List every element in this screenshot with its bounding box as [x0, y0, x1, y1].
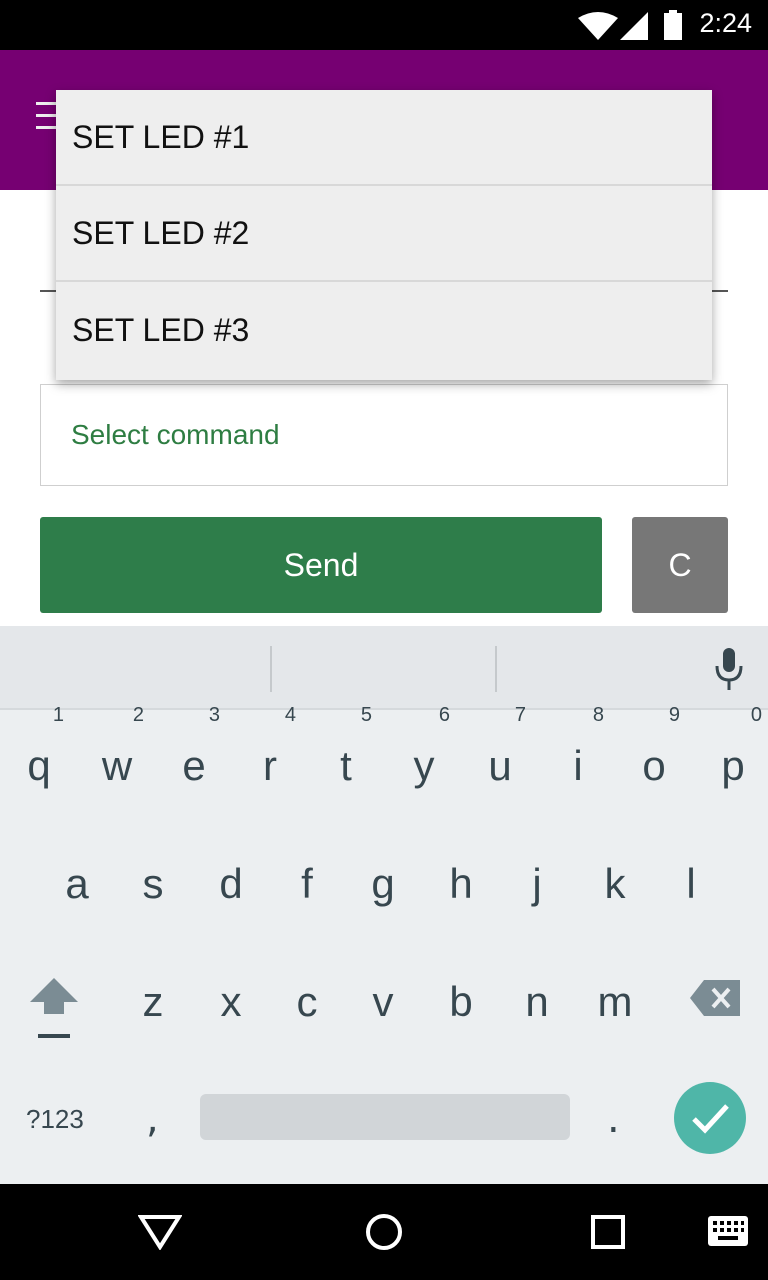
- key-q[interactable]: q1: [14, 704, 64, 790]
- key-s[interactable]: s: [128, 860, 178, 908]
- status-time: 2:24: [699, 8, 752, 38]
- key-z[interactable]: z: [128, 978, 178, 1026]
- key-p[interactable]: p0: [704, 704, 762, 790]
- recents-icon[interactable]: [590, 1214, 626, 1250]
- checkmark-icon: [692, 1104, 729, 1134]
- key-c[interactable]: c: [282, 978, 332, 1026]
- key-g[interactable]: g: [358, 860, 408, 908]
- suggestion-divider: [270, 646, 272, 692]
- menu-icon[interactable]: [36, 102, 58, 138]
- keyboard-switch-icon[interactable]: [708, 1216, 748, 1246]
- key-b[interactable]: b: [436, 978, 486, 1026]
- status-bar: 2:24: [0, 0, 768, 50]
- key-a[interactable]: a: [52, 860, 102, 908]
- period-key[interactable]: .: [607, 1096, 620, 1142]
- key-v[interactable]: v: [358, 978, 408, 1026]
- key-f[interactable]: f: [282, 860, 332, 908]
- microphone-icon[interactable]: [714, 648, 744, 690]
- key-e[interactable]: e3: [168, 704, 220, 790]
- clear-button[interactable]: C: [632, 517, 728, 613]
- dropdown-item-led-2[interactable]: SET LED #2: [56, 186, 712, 282]
- key-r[interactable]: r4: [244, 704, 296, 790]
- key-i[interactable]: i8: [552, 704, 604, 790]
- suggestion-bar: [0, 626, 768, 710]
- navigation-bar: [0, 1184, 768, 1280]
- suggestion-divider: [495, 646, 497, 692]
- key-m[interactable]: m: [586, 978, 644, 1026]
- key-h[interactable]: h: [436, 860, 486, 908]
- key-x[interactable]: x: [206, 978, 256, 1026]
- key-t[interactable]: t5: [320, 704, 372, 790]
- key-o[interactable]: o9: [628, 704, 680, 790]
- key-y[interactable]: y6: [398, 704, 451, 790]
- wifi-icon: [578, 12, 618, 40]
- key-w[interactable]: w2: [90, 704, 144, 790]
- dropdown-item-led-3[interactable]: SET LED #3: [56, 282, 712, 378]
- space-key[interactable]: [200, 1094, 570, 1140]
- key-u[interactable]: u7: [474, 704, 526, 790]
- key-j[interactable]: j: [512, 860, 562, 908]
- key-d[interactable]: d: [206, 860, 256, 908]
- soft-keyboard: q1 w2 e3 r4 t5 y6 u7 i8 o9 p0 a s d f g …: [0, 626, 768, 1184]
- dropdown-item-led-1[interactable]: SET LED #1: [56, 90, 712, 186]
- command-spinner[interactable]: Select command: [40, 384, 728, 486]
- cellular-signal-icon: [620, 12, 648, 40]
- done-key[interactable]: [674, 1082, 746, 1154]
- battery-icon: [664, 10, 682, 40]
- backspace-icon[interactable]: [690, 980, 740, 1016]
- key-n[interactable]: n: [512, 978, 562, 1026]
- key-l[interactable]: l: [666, 860, 716, 908]
- send-button[interactable]: Send: [40, 517, 602, 613]
- key-k[interactable]: k: [590, 860, 640, 908]
- command-dropdown: SET LED #1 SET LED #2 SET LED #3: [56, 90, 712, 380]
- shift-icon[interactable]: [30, 978, 78, 1040]
- back-icon[interactable]: [138, 1214, 182, 1250]
- comma-key[interactable]: ,: [146, 1096, 159, 1142]
- home-icon[interactable]: [364, 1212, 404, 1252]
- command-label: Select command: [71, 419, 280, 450]
- symbols-key[interactable]: ?123: [26, 1104, 84, 1135]
